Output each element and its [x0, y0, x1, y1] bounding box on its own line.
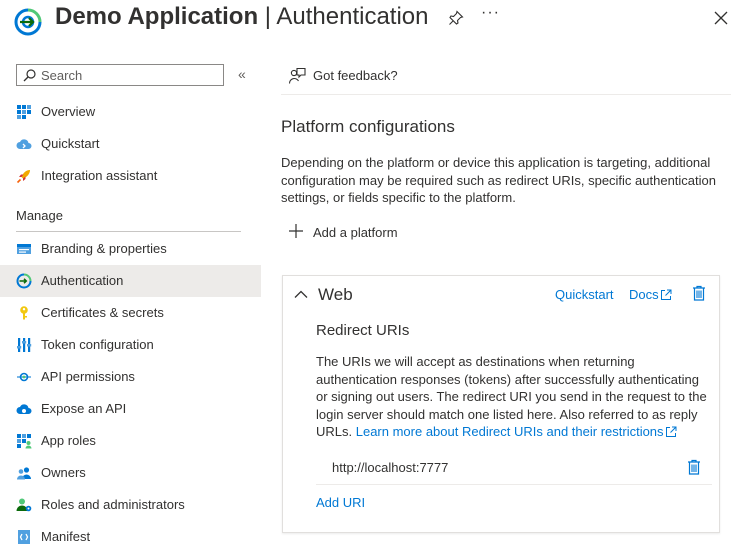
sidebar-item-label: Roles and administrators: [41, 497, 185, 512]
delete-platform-trash-icon[interactable]: [692, 285, 706, 301]
sidebar-item-label: Manifest: [41, 529, 91, 544]
learn-more-link[interactable]: Learn more about Redirect URIs and their…: [356, 424, 677, 439]
sidebar-item-branding[interactable]: Branding & properties: [0, 233, 261, 265]
collapse-sidebar-button[interactable]: «: [238, 66, 246, 82]
close-icon[interactable]: [713, 10, 729, 26]
authentication-icon: [16, 273, 32, 289]
sidebar-item-label: Token configuration: [41, 337, 154, 352]
docs-link-label: Docs: [629, 287, 659, 302]
key-icon: [20, 306, 28, 320]
feedback-button[interactable]: Got feedback?: [288, 66, 728, 90]
external-link-icon: [665, 426, 677, 437]
external-link-icon: [660, 289, 672, 300]
sidebar-item-label: Authentication: [41, 273, 124, 288]
roles-admin-icon: [16, 498, 32, 512]
plus-icon: [289, 224, 303, 238]
sidebar-item-label: Integration assistant: [41, 168, 158, 183]
title-separator: |: [258, 3, 277, 30]
sidebar-item-expose-api[interactable]: Expose an API: [0, 393, 261, 425]
page-title: Demo Application | Authentication: [55, 3, 428, 31]
expose-api-cloud-icon: [16, 404, 32, 414]
sidebar-item-manifest[interactable]: Manifest: [0, 521, 261, 553]
app-name: Demo Application: [55, 3, 259, 30]
app-registration-logo-icon: [14, 8, 42, 36]
sidebar-item-roles-administrators[interactable]: Roles and administrators: [0, 489, 261, 521]
platform-card-title: Web: [318, 285, 353, 304]
section-divider: [16, 231, 241, 232]
toolbar-divider: [281, 94, 731, 95]
branding-icon: [17, 244, 31, 254]
sidebar-item-label: Owners: [41, 465, 86, 480]
page-name: Authentication: [276, 3, 429, 30]
sidebar-item-label: Quickstart: [41, 136, 100, 151]
sidebar-item-label: App roles: [41, 433, 96, 448]
blade-header: Demo Application | Authentication ···: [0, 0, 731, 40]
redirect-uri-value[interactable]: http://localhost:7777: [332, 460, 448, 475]
feedback-label: Got feedback?: [313, 68, 398, 83]
search-input[interactable]: [41, 67, 219, 83]
sidebar-item-owners[interactable]: Owners: [0, 457, 261, 489]
sidebar-search[interactable]: [16, 64, 224, 86]
token-bars-icon: [17, 338, 32, 352]
quickstart-link[interactable]: Quickstart: [555, 287, 614, 302]
sidebar-item-quickstart[interactable]: Quickstart: [0, 128, 261, 160]
more-options-button[interactable]: ···: [481, 4, 500, 22]
section-heading-manage: Manage: [16, 208, 63, 223]
rocket-icon: [16, 170, 30, 184]
manifest-icon: [18, 530, 30, 544]
quickstart-cloud-icon: [16, 139, 32, 149]
sidebar-item-label: API permissions: [41, 369, 135, 384]
search-icon: [23, 69, 36, 82]
api-permissions-icon: [17, 372, 31, 382]
web-platform-card: Web Quickstart Docs Redirect URIs The UR…: [282, 275, 720, 533]
delete-uri-trash-icon[interactable]: [687, 459, 701, 475]
sidebar-item-authentication[interactable]: Authentication: [0, 265, 261, 297]
sidebar-item-integration-assistant[interactable]: Integration assistant: [0, 160, 261, 192]
sidebar-item-token-configuration[interactable]: Token configuration: [0, 329, 261, 361]
owners-people-icon: [17, 467, 31, 480]
sidebar-item-api-permissions[interactable]: API permissions: [0, 361, 261, 393]
add-uri-link[interactable]: Add URI: [316, 495, 365, 510]
docs-link[interactable]: Docs: [629, 287, 672, 302]
redirect-uri-row: http://localhost:7777: [316, 454, 712, 485]
redirect-uris-title: Redirect URIs: [316, 322, 410, 339]
section-description: Depending on the platform or device this…: [281, 155, 716, 205]
add-platform-label: Add a platform: [313, 225, 398, 240]
sidebar-item-label: Certificates & secrets: [41, 305, 164, 320]
section-title: Platform configurations: [281, 117, 455, 136]
pin-icon[interactable]: [448, 10, 464, 26]
sidebar-item-label: Overview: [41, 104, 96, 119]
feedback-icon: [288, 67, 306, 84]
sidebar-item-certificates[interactable]: Certificates & secrets: [0, 297, 261, 329]
overview-grid-icon: [17, 105, 31, 119]
chevron-up-icon[interactable]: [294, 289, 308, 299]
sidebar-item-overview[interactable]: Overview: [0, 96, 261, 128]
app-roles-grid-icon: [17, 434, 32, 449]
sidebar-item-app-roles[interactable]: App roles: [0, 425, 261, 457]
learn-more-label: Learn more about Redirect URIs and their…: [355, 424, 664, 439]
sidebar-item-label: Branding & properties: [41, 241, 167, 256]
redirect-uris-description: The URIs we will accept as destinations …: [316, 353, 711, 441]
sidebar-item-label: Expose an API: [41, 401, 127, 416]
